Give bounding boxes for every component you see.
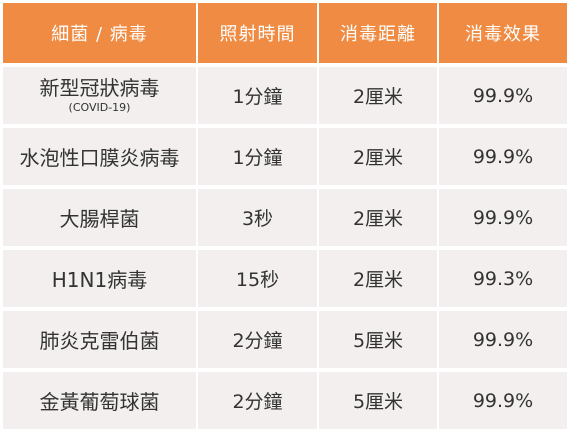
table-row: 大腸桿菌 3秒 2厘米 99.9% xyxy=(3,189,567,246)
cell-effect: 99.9% xyxy=(439,372,567,429)
cell-pathogen: 肺炎克雷伯菌 xyxy=(3,311,196,368)
cell-distance: 2厘米 xyxy=(319,128,437,185)
table-row: 水泡性口膜炎病毒 1分鐘 2厘米 99.9% xyxy=(3,128,567,185)
cell-pathogen: H1N1病毒 xyxy=(3,250,196,307)
table-row: 金黃葡萄球菌 2分鐘 5厘米 99.9% xyxy=(3,372,567,429)
cell-irradiation-time: 2分鐘 xyxy=(198,311,317,368)
cell-distance: 5厘米 xyxy=(319,311,437,368)
cell-irradiation-time: 1分鐘 xyxy=(198,67,317,124)
table-row: H1N1病毒 15秒 2厘米 99.3% xyxy=(3,250,567,307)
header-cell-effect: 消毒效果 xyxy=(439,3,567,63)
cell-effect: 99.3% xyxy=(439,250,567,307)
header-cell-distance: 消毒距離 xyxy=(319,3,437,63)
cell-distance: 2厘米 xyxy=(319,189,437,246)
cell-effect: 99.9% xyxy=(439,311,567,368)
pathogen-name: 新型冠狀病毒 xyxy=(39,76,160,100)
pathogen-note: (COVID-19) xyxy=(68,101,131,114)
cell-distance: 5厘米 xyxy=(319,372,437,429)
cell-irradiation-time: 2分鐘 xyxy=(198,372,317,429)
cell-distance: 2厘米 xyxy=(319,250,437,307)
cell-effect: 99.9% xyxy=(439,128,567,185)
cell-pathogen: 水泡性口膜炎病毒 xyxy=(3,128,196,185)
table-row: 肺炎克雷伯菌 2分鐘 5厘米 99.9% xyxy=(3,311,567,368)
cell-irradiation-time: 1分鐘 xyxy=(198,128,317,185)
cell-irradiation-time: 3秒 xyxy=(198,189,317,246)
header-cell-pathogen: 細菌 / 病毒 xyxy=(3,3,196,63)
table-row: 新型冠狀病毒 (COVID-19) 1分鐘 2厘米 99.9% xyxy=(3,67,567,124)
cell-pathogen: 新型冠狀病毒 (COVID-19) xyxy=(3,67,196,124)
cell-pathogen: 金黃葡萄球菌 xyxy=(3,372,196,429)
cell-pathogen: 大腸桿菌 xyxy=(3,189,196,246)
header-cell-irradiation-time: 照射時間 xyxy=(198,3,317,63)
table-header-row: 細菌 / 病毒 照射時間 消毒距離 消毒效果 xyxy=(3,3,567,63)
cell-effect: 99.9% xyxy=(439,189,567,246)
cell-irradiation-time: 15秒 xyxy=(198,250,317,307)
disinfection-table: 細菌 / 病毒 照射時間 消毒距離 消毒效果 新型冠狀病毒 (COVID-19)… xyxy=(3,3,567,429)
cell-effect: 99.9% xyxy=(439,67,567,124)
cell-distance: 2厘米 xyxy=(319,67,437,124)
